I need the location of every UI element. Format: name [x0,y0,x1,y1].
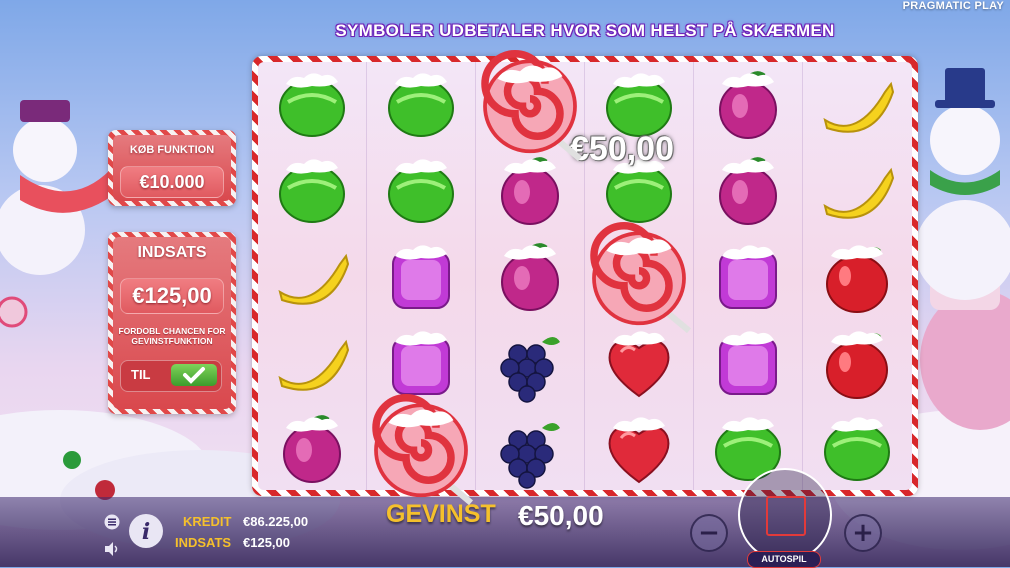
purple-plum-icon [694,62,802,148]
info-banner: SYMBOLER UDBETALER HVOR SOM HELST PÅ SKÆ… [335,21,835,40]
snowman-left-icon [0,100,120,275]
reel-grid-inner [258,50,912,506]
grapes-icon [476,320,584,406]
ante-bet-panel: INDSATS €125,00 FORDOBL CHANCEN FOR GEVI… [108,232,236,414]
sound-icon[interactable] [103,541,121,561]
bet-label: INDSATS [175,535,232,550]
banana-icon [803,148,911,234]
credit-value: €86.225,00 [243,514,309,529]
purple-plum-icon [694,148,802,234]
menu-icon[interactable] [104,514,120,534]
increase-bet-button[interactable]: + [844,514,882,552]
ante-bet-toggle[interactable]: TIL [120,360,222,392]
buy-feature-price: €10.000 [120,166,224,198]
buy-feature-button[interactable]: KØB FUNKTION €10.000 [108,130,236,206]
green-candy-icon [258,62,366,148]
ante-bet-title: INDSATS [137,244,207,261]
purple-square-icon [367,320,475,406]
bet-value: €125,00 [243,535,290,550]
ante-bet-amount: €125,00 [120,278,224,314]
buy-feature-title: KØB FUNKTION [129,144,215,156]
red-apple-icon [803,234,911,320]
banana-icon [258,320,366,406]
info-icon[interactable]: i [128,513,164,553]
spin-button[interactable] [738,468,832,562]
green-candy-icon [367,148,475,234]
purple-square-icon [694,234,802,320]
reel-grid [252,50,918,506]
grapes-icon [476,406,584,492]
purple-plum-icon [258,406,366,492]
snowman-right-icon [915,68,1010,300]
lollipop-icon [367,394,475,506]
banana-icon [258,234,366,320]
red-heart-icon [585,406,693,492]
purple-square-icon [694,320,802,406]
purple-square-icon [367,234,475,320]
svg-text:i: i [142,519,150,545]
autospin-button[interactable]: AUTOSPIL [747,551,821,568]
green-candy-icon [258,148,366,234]
ante-bet-description: FORDOBL CHANCEN FOR GEVINSTFUNKTION [118,326,226,346]
lollipop-icon [585,222,693,334]
purple-plum-icon [476,148,584,234]
red-heart-icon [585,320,693,406]
toggle-label: TIL [131,367,151,382]
lollipop-icon [476,50,584,162]
green-candy-icon [803,406,911,492]
purple-plum-icon [476,234,584,320]
banana-icon [803,62,911,148]
decrease-bet-button[interactable]: − [690,514,728,552]
red-apple-icon [803,320,911,406]
win-label: GEVINST [386,500,496,528]
checkmark-icon [171,364,217,386]
brand-logo: PRAGMATIC PLAY [902,0,1004,12]
win-value: €50,00 [518,500,604,531]
stop-icon [766,496,806,536]
credit-label: KREDIT [183,514,232,529]
green-candy-icon [367,62,475,148]
